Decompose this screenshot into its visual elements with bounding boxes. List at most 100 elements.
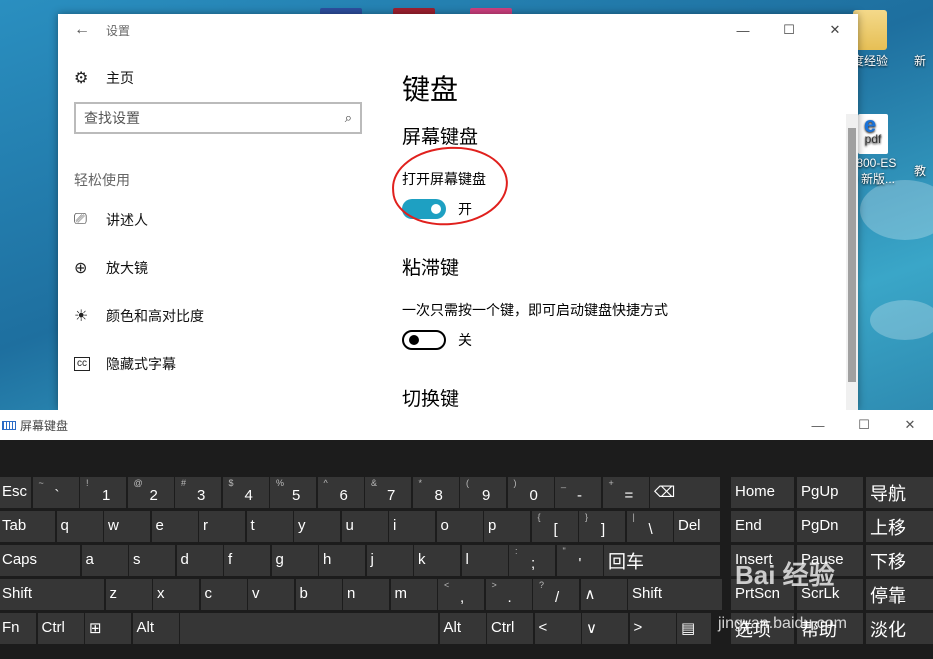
key-r1-c3[interactable]: e bbox=[151, 511, 198, 542]
scrollbar[interactable] bbox=[846, 114, 858, 410]
nav-item-magnifier[interactable]: ⊕ 放大镜 bbox=[58, 244, 378, 292]
key-r1-c8[interactable]: i bbox=[389, 511, 435, 542]
key-r4-c3[interactable]: Alt bbox=[132, 613, 179, 644]
close-button[interactable]: ✕ bbox=[812, 14, 858, 46]
sticky-keys-toggle[interactable] bbox=[402, 330, 446, 350]
key-r2-c8[interactable]: k bbox=[414, 545, 460, 576]
key-r0-c11[interactable]: ) 0 bbox=[507, 477, 554, 508]
key-r3-c2[interactable]: x bbox=[153, 579, 199, 610]
key-rnav0-c0[interactable]: Home bbox=[731, 477, 794, 508]
key-r1-c10[interactable]: p bbox=[484, 511, 530, 542]
key-r3-c12[interactable]: Shift bbox=[628, 579, 722, 610]
key-r2-c12[interactable]: 回车 bbox=[604, 545, 720, 576]
nav-item-color-contrast[interactable]: ☀ 颜色和高对比度 bbox=[58, 292, 378, 340]
key-rnav1-c2[interactable]: 上移 bbox=[866, 511, 933, 542]
key-r1-c11[interactable]: {[ bbox=[531, 511, 578, 542]
back-arrow-icon[interactable]: ← bbox=[58, 21, 106, 39]
key-r2-c3[interactable]: d bbox=[176, 545, 223, 576]
key-r3-c8[interactable]: <, bbox=[438, 579, 484, 610]
nav-item-captions[interactable]: cc 隐藏式字幕 bbox=[58, 340, 378, 388]
key-rnav1-c1[interactable]: PgDn bbox=[797, 511, 863, 542]
key-r1-c13[interactable]: | \ bbox=[626, 511, 673, 542]
key-r0-c14[interactable]: ⌫ bbox=[650, 477, 720, 508]
key-r3-c1[interactable]: z bbox=[105, 579, 152, 610]
key-r1-c0[interactable]: Tab bbox=[0, 511, 55, 542]
key-rnav0-c1[interactable]: PgUp bbox=[797, 477, 863, 508]
key-r2-c4[interactable]: f bbox=[224, 545, 270, 576]
key-r4-c10[interactable]: ▤ bbox=[677, 613, 711, 644]
key-rnav4-c2[interactable]: 淡化 bbox=[866, 613, 933, 644]
key-r4-c8[interactable]: ∨ bbox=[582, 613, 628, 644]
key-r3-c9[interactable]: >. bbox=[485, 579, 532, 610]
key-r1-c14[interactable]: Del bbox=[674, 511, 720, 542]
key-r2-c1[interactable]: a bbox=[81, 545, 128, 576]
key-rnav0-c2[interactable]: 导航 bbox=[866, 477, 933, 508]
captions-icon: cc bbox=[74, 357, 90, 371]
key-r1-c2[interactable]: w bbox=[104, 511, 150, 542]
osk-close-button[interactable]: ✕ bbox=[887, 410, 933, 440]
key-r0-c6[interactable]: % 5 bbox=[270, 477, 316, 508]
key-r4-c4[interactable] bbox=[180, 613, 438, 644]
key-r3-c11[interactable]: ∧ bbox=[580, 579, 627, 610]
key-r3-c5[interactable]: b bbox=[295, 579, 342, 610]
key-r3-c10[interactable]: ? / bbox=[533, 579, 579, 610]
key-label: y bbox=[298, 517, 306, 534]
key-r0-c4[interactable]: #3 bbox=[175, 477, 221, 508]
key-rnav1-c0[interactable]: End bbox=[731, 511, 794, 542]
folder-icon bbox=[853, 10, 887, 50]
key-r3-c6[interactable]: n bbox=[343, 579, 389, 610]
key-r3-c4[interactable]: v bbox=[248, 579, 294, 610]
osk-maximize-button[interactable]: ☐ bbox=[841, 410, 887, 440]
desktop-icon-partial[interactable]: 教 bbox=[905, 162, 933, 179]
minimize-button[interactable]: — bbox=[720, 14, 766, 46]
key-r4-c1[interactable]: Ctrl bbox=[37, 613, 84, 644]
key-r1-c1[interactable]: q bbox=[56, 511, 103, 542]
key-r4-c2[interactable]: ⊞ bbox=[85, 613, 131, 644]
key-r0-c7[interactable]: ^ 6 bbox=[317, 477, 364, 508]
key-r0-c3[interactable]: @2 bbox=[127, 477, 174, 508]
key-r4-c0[interactable]: Fn bbox=[0, 613, 36, 644]
key-r3-c7[interactable]: m bbox=[390, 579, 437, 610]
key-r1-c7[interactable]: u bbox=[341, 511, 388, 542]
osk-minimize-button[interactable]: — bbox=[795, 410, 841, 440]
key-r4-c7[interactable]: < bbox=[534, 613, 581, 644]
key-r0-c0[interactable]: Esc bbox=[0, 477, 31, 508]
key-label: > bbox=[633, 619, 643, 636]
nav-home[interactable]: ⚙ 主页 bbox=[58, 54, 378, 102]
key-r1-c5[interactable]: t bbox=[246, 511, 293, 542]
key-r2-c5[interactable]: g bbox=[271, 545, 318, 576]
key-r2-c11[interactable]: " ' bbox=[556, 545, 603, 576]
key-label: 6 bbox=[339, 487, 348, 504]
key-r0-c13[interactable]: + = bbox=[602, 477, 649, 508]
key-r0-c5[interactable]: $4 bbox=[222, 477, 269, 508]
scrollbar-thumb[interactable] bbox=[848, 128, 856, 382]
key-r3-c3[interactable]: c bbox=[200, 579, 247, 610]
key-r0-c2[interactable]: ! 1 bbox=[80, 477, 126, 508]
key-r0-c9[interactable]: * 8 bbox=[412, 477, 459, 508]
search-input[interactable]: 查找设置 ⌕ bbox=[74, 102, 362, 134]
key-r3-c0[interactable]: Shift bbox=[0, 579, 104, 610]
key-rnav3-c2[interactable]: 停靠 bbox=[866, 579, 933, 610]
key-r4-c6[interactable]: Ctrl bbox=[487, 613, 533, 644]
nav-item-narrator[interactable]: ⎚ 讲述人 bbox=[58, 196, 378, 244]
key-r2-c9[interactable]: l bbox=[461, 545, 508, 576]
key-r1-c12[interactable]: }] bbox=[579, 511, 625, 542]
key-r4-c9[interactable]: > bbox=[629, 613, 676, 644]
key-r1-c6[interactable]: y bbox=[294, 511, 340, 542]
maximize-button[interactable]: ☐ bbox=[766, 14, 812, 46]
window-title: 设置 bbox=[106, 23, 131, 38]
key-r0-c10[interactable]: (9 bbox=[460, 477, 506, 508]
key-rnav2-c2[interactable]: 下移 bbox=[866, 545, 933, 576]
key-r2-c7[interactable]: j bbox=[366, 545, 413, 576]
key-r4-c5[interactable]: Alt bbox=[439, 613, 486, 644]
key-r1-c4[interactable]: r bbox=[199, 511, 245, 542]
key-r2-c2[interactable]: s bbox=[129, 545, 175, 576]
key-r2-c6[interactable]: h bbox=[319, 545, 365, 576]
desktop-icon-new[interactable]: 新 bbox=[905, 52, 933, 69]
key-r2-c10[interactable]: :; bbox=[509, 545, 555, 576]
key-r0-c8[interactable]: & 7 bbox=[365, 477, 411, 508]
key-r0-c12[interactable]: _ - bbox=[555, 477, 601, 508]
key-r1-c9[interactable]: o bbox=[436, 511, 483, 542]
key-r2-c0[interactable]: Caps bbox=[0, 545, 80, 576]
key-r0-c1[interactable]: ~ ` bbox=[32, 477, 79, 508]
